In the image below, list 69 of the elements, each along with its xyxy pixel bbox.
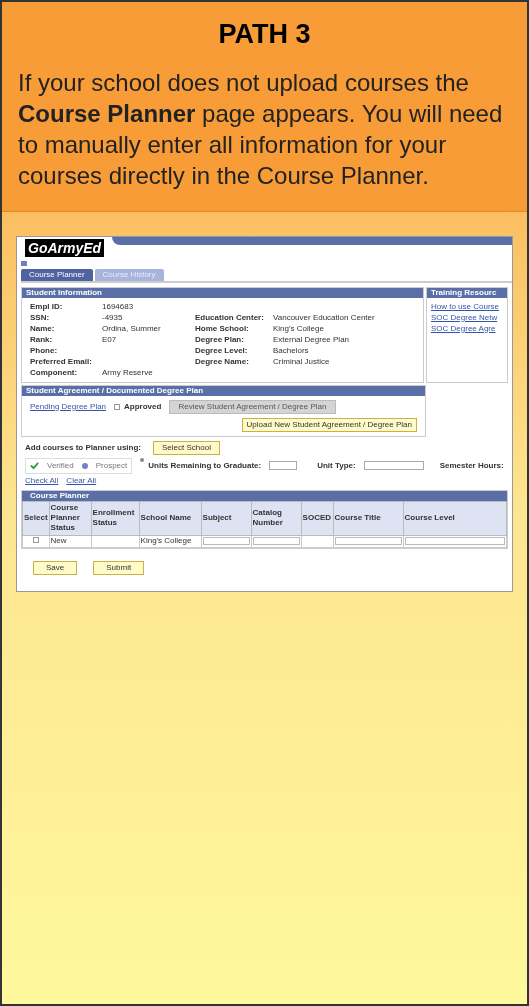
field-label: Home School:: [195, 323, 250, 334]
field-label: Phone:: [30, 345, 59, 356]
field-value: E07: [102, 334, 117, 345]
input-field[interactable]: [269, 461, 298, 470]
column-header: Course Title: [333, 501, 404, 535]
link[interactable]: Check All: [25, 475, 59, 486]
link[interactable]: SOC Degree Netw: [431, 312, 503, 323]
field-label: Component:: [30, 367, 79, 378]
logo: GoArmyEd: [25, 238, 105, 257]
column-header: Select: [22, 501, 50, 535]
section-header: Training Resourc: [427, 287, 507, 298]
field-value: 1694683: [102, 301, 134, 312]
link[interactable]: SOC Degree Agre: [431, 323, 503, 334]
column-header: Catalog Number: [251, 501, 302, 535]
table-cell: New: [49, 535, 92, 547]
table-cell: King's College: [139, 535, 202, 547]
radio-icon[interactable]: [140, 457, 145, 462]
upload-button[interactable]: Upload New Student Agreement / Degree Plan: [241, 417, 417, 432]
field-value: Vancouver Education Center: [273, 312, 375, 323]
field-label: Empl ID:: [30, 301, 64, 312]
field-value: External Degree Plan: [273, 334, 350, 345]
field-label: Preferred Email:: [30, 356, 93, 367]
column-header: Course Planner Status: [49, 501, 92, 535]
column-header: School Name: [139, 501, 202, 535]
field-label: Degree Name:: [195, 356, 250, 367]
field-label: Education Center:: [195, 312, 265, 323]
checkbox[interactable]: [32, 537, 39, 543]
column-header: SOCED: [301, 501, 334, 535]
column-header: Subject: [201, 501, 252, 535]
label: Units Remaining to Graduate:: [148, 460, 262, 471]
section-header: Student Agreement / Documented Degree Plan: [22, 385, 425, 396]
select-school-button[interactable]: Select School: [153, 440, 220, 455]
label: Unit Type:: [317, 460, 356, 471]
field-value: Criminal Justice: [273, 356, 330, 367]
input-field[interactable]: [404, 537, 505, 545]
link[interactable]: Clear All: [66, 475, 97, 486]
label: Add courses to Planner using:: [25, 442, 141, 453]
field-label: Degree Level:: [195, 345, 249, 356]
field-label: Rank:: [30, 334, 54, 345]
column-header: Enrollment Status: [91, 501, 140, 535]
link[interactable]: How to use Course: [431, 301, 503, 312]
field-value: Bachelors: [273, 345, 309, 356]
checkmark-icon: [30, 461, 39, 470]
field-label: SSN:: [30, 312, 51, 323]
input-field[interactable]: [334, 537, 402, 545]
button[interactable]: Submit: [93, 560, 145, 575]
menu-icon[interactable]: [21, 260, 27, 266]
field-label: Degree Plan:: [195, 334, 245, 345]
slide-text: If your school does not upload courses the Course Planner page appears. You will need to manually enter all information for your courses directly in the Course Planner.: [18, 67, 504, 191]
tab[interactable]: Course Planner: [21, 268, 93, 281]
input-field[interactable]: [252, 537, 300, 545]
input-field[interactable]: [202, 537, 250, 545]
label: Semester Hours:: [439, 460, 504, 471]
link[interactable]: Pending Degree Plan: [30, 401, 107, 412]
field-label: Name:: [30, 323, 56, 334]
column-header: Course Level: [403, 501, 507, 535]
checkbox[interactable]: [114, 403, 121, 410]
field-value: -4935: [102, 312, 123, 323]
slide-title: PATH 3: [217, 18, 312, 51]
checkbox-label: Approved: [124, 401, 162, 412]
option-label: Verified: [47, 460, 74, 471]
field-value: King's College: [273, 323, 324, 334]
field-value: Ordina, Summer: [102, 323, 161, 334]
section-header: Student Information: [22, 287, 423, 298]
option-label: Prospect: [95, 460, 128, 471]
select-field[interactable]: [363, 461, 424, 470]
section-header: Course Planner: [22, 490, 507, 501]
field-value: Army Reserve: [102, 367, 153, 378]
button[interactable]: Save: [33, 560, 78, 575]
